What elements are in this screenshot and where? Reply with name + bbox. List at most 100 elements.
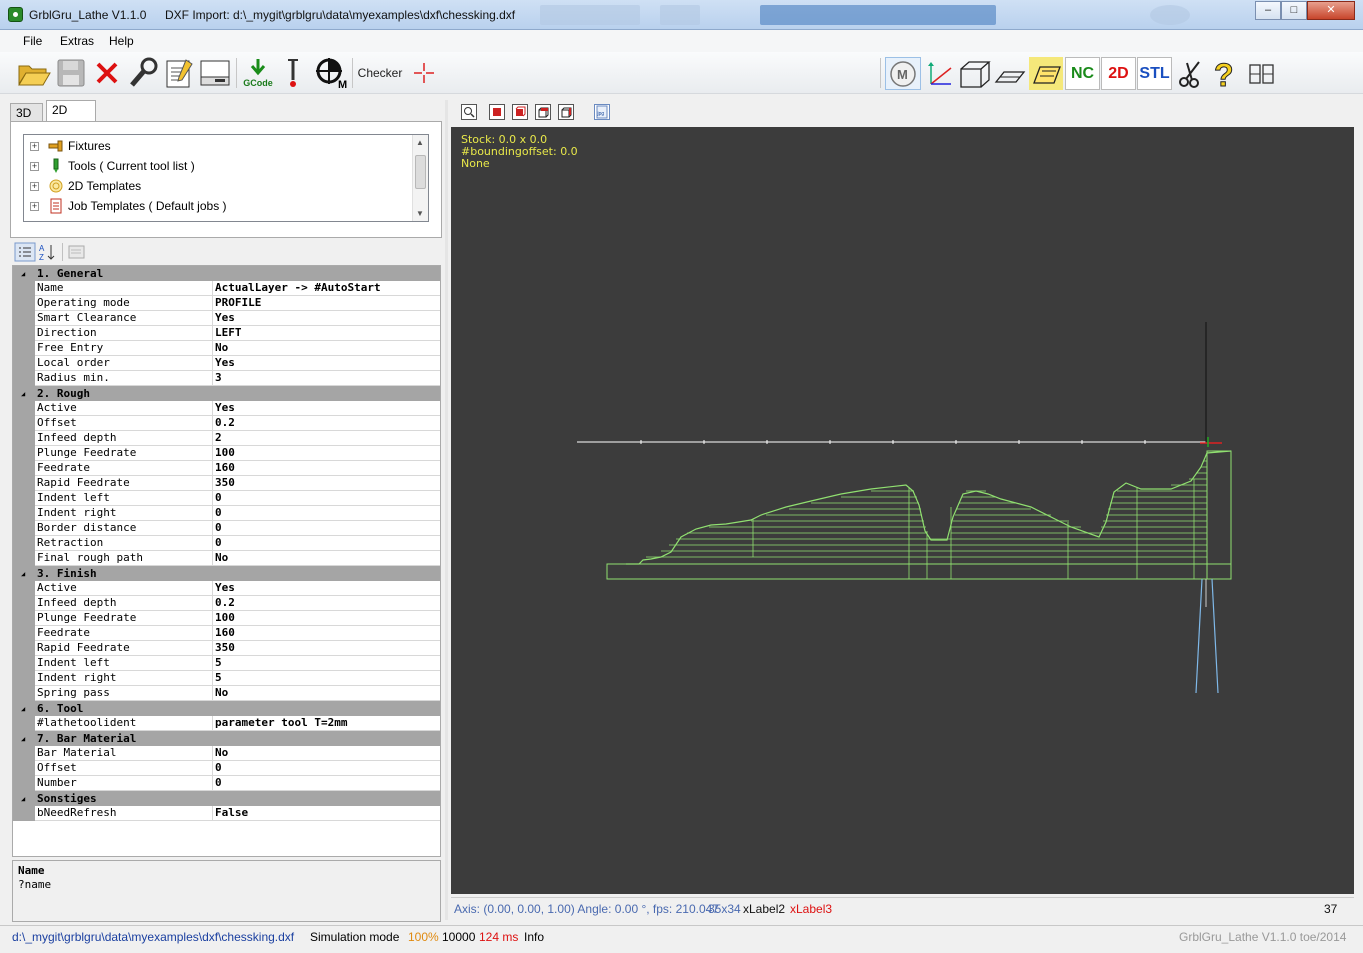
property-value[interactable]: 160 — [212, 461, 440, 475]
property-row[interactable]: Direction LEFT — [13, 326, 440, 341]
property-row[interactable]: Feedrate 160 — [13, 461, 440, 476]
collapse-icon[interactable]: ◢ — [21, 390, 25, 398]
property-row[interactable]: bNeedRefresh False — [13, 806, 440, 821]
tree-item-job-templates[interactable]: + Job Templates ( Default jobs ) — [24, 196, 428, 216]
gcode-button[interactable]: GCode — [240, 56, 276, 90]
property-row[interactable]: Indent right 5 — [13, 671, 440, 686]
collapse-icon[interactable]: ◢ — [21, 705, 25, 713]
property-row[interactable]: Rapid Feedrate 350 — [13, 476, 440, 491]
property-value[interactable]: Yes — [212, 401, 440, 415]
property-category[interactable]: ◢ 2. Rough — [13, 386, 440, 401]
property-row[interactable]: Smart Clearance Yes — [13, 311, 440, 326]
collapse-icon[interactable]: ◢ — [21, 735, 25, 743]
property-value[interactable]: 0.2 — [212, 596, 440, 610]
checker-button[interactable]: Checker — [354, 56, 406, 90]
help-button[interactable]: ? — [1209, 57, 1243, 90]
axis-view-button[interactable] — [922, 57, 956, 90]
collapse-icon[interactable]: ◢ — [21, 795, 25, 803]
collapse-icon[interactable]: ◢ — [21, 570, 25, 578]
property-row[interactable]: Indent right 0 — [13, 506, 440, 521]
property-value[interactable]: 100 — [212, 446, 440, 460]
machine-view-button[interactable]: M — [885, 57, 921, 90]
property-value[interactable]: PROFILE — [212, 296, 440, 310]
tree-scrollbar[interactable]: ▲ ▼ — [412, 135, 428, 221]
tool-position-button[interactable] — [280, 56, 306, 90]
save-button[interactable] — [54, 56, 88, 90]
menu-file[interactable]: File — [23, 34, 42, 48]
property-row[interactable]: #lathetoolident parameter tool T=2mm — [13, 716, 440, 731]
property-value[interactable]: 160 — [212, 626, 440, 640]
tree-item-tools[interactable]: + Tools ( Current tool list ) — [24, 156, 428, 176]
property-row[interactable]: Border distance 0 — [13, 521, 440, 536]
property-value[interactable]: 3 — [212, 371, 440, 385]
property-value[interactable]: Yes — [212, 311, 440, 325]
property-row[interactable]: Local order Yes — [13, 356, 440, 371]
property-row[interactable]: Retraction 0 — [13, 536, 440, 551]
property-category[interactable]: ◢ 3. Finish — [13, 566, 440, 581]
2d-view-button[interactable]: 2D — [1101, 57, 1136, 90]
machine-origin-button[interactable]: M — [310, 56, 350, 90]
property-row[interactable]: Feedrate 160 — [13, 626, 440, 641]
property-row[interactable]: Active Yes — [13, 581, 440, 596]
property-value[interactable]: 0 — [212, 761, 440, 775]
property-value[interactable]: 0 — [212, 521, 440, 535]
property-value[interactable]: 5 — [212, 671, 440, 685]
property-row[interactable]: Indent left 5 — [13, 656, 440, 671]
settings-button[interactable] — [125, 56, 161, 90]
property-row[interactable]: Infeed depth 0.2 — [13, 596, 440, 611]
collapse-icon[interactable]: ◢ — [21, 270, 25, 278]
property-row[interactable]: Active Yes — [13, 401, 440, 416]
iso-view-button[interactable] — [956, 57, 992, 90]
property-value[interactable]: No — [212, 746, 440, 760]
expand-icon[interactable]: + — [30, 161, 39, 171]
minimize-button[interactable]: – — [1255, 1, 1281, 20]
status-info[interactable]: Info — [524, 930, 544, 944]
property-value[interactable]: No — [212, 686, 440, 700]
property-value[interactable]: No — [212, 551, 440, 565]
property-row[interactable]: Number 0 — [13, 776, 440, 791]
property-row[interactable]: Offset 0 — [13, 761, 440, 776]
menu-help[interactable]: Help — [109, 34, 134, 48]
property-category[interactable]: ◢ 6. Tool — [13, 701, 440, 716]
property-value[interactable]: 0 — [212, 776, 440, 790]
property-value[interactable]: Yes — [212, 581, 440, 595]
property-value[interactable]: 100 — [212, 611, 440, 625]
crosshair-button[interactable] — [410, 56, 438, 90]
view-side-button[interactable] — [512, 104, 528, 120]
property-row[interactable]: Rapid Feedrate 350 — [13, 641, 440, 656]
tab-3d[interactable]: 3D — [10, 103, 43, 122]
property-row[interactable]: Offset 0.2 — [13, 416, 440, 431]
cut-button[interactable] — [1175, 57, 1205, 90]
property-row[interactable]: Plunge Feedrate 100 — [13, 611, 440, 626]
window-layout-button[interactable] — [198, 56, 232, 90]
menu-extras[interactable]: Extras — [60, 34, 94, 48]
plane-view-button[interactable] — [993, 57, 1027, 90]
view-front-button[interactable] — [489, 104, 505, 120]
categorized-view-icon[interactable] — [14, 242, 36, 262]
property-value[interactable]: Yes — [212, 356, 440, 370]
nc-view-button[interactable]: NC — [1065, 57, 1100, 90]
property-value[interactable]: 5 — [212, 656, 440, 670]
property-value[interactable]: 2 — [212, 431, 440, 445]
maximize-button[interactable]: □ — [1281, 1, 1307, 20]
property-value[interactable]: 350 — [212, 476, 440, 490]
expand-icon[interactable]: + — [30, 201, 39, 211]
tab-2d[interactable]: 2D — [46, 100, 96, 122]
property-value[interactable]: No — [212, 341, 440, 355]
expand-icon[interactable]: + — [30, 141, 39, 151]
view-iso-button[interactable] — [558, 104, 574, 120]
open-file-button[interactable] — [16, 56, 52, 90]
property-category[interactable]: ◢ 7. Bar Material — [13, 731, 440, 746]
property-row[interactable]: Operating mode PROFILE — [13, 296, 440, 311]
property-value[interactable]: 0 — [212, 536, 440, 550]
property-value[interactable]: 350 — [212, 641, 440, 655]
property-value[interactable]: LEFT — [212, 326, 440, 340]
property-row[interactable]: Bar Material No — [13, 746, 440, 761]
property-row[interactable]: Plunge Feedrate 100 — [13, 446, 440, 461]
stock-view-button[interactable] — [1029, 57, 1063, 90]
tree-item-2d-templates[interactable]: + 2D Templates — [24, 176, 428, 196]
property-row[interactable]: Free Entry No — [13, 341, 440, 356]
property-pages-icon[interactable] — [68, 243, 86, 261]
split-view-button[interactable] — [1245, 57, 1279, 90]
2d-viewport[interactable]: Stock: 0.0 x 0.0 #boundingoffset: 0.0 No… — [451, 127, 1354, 894]
